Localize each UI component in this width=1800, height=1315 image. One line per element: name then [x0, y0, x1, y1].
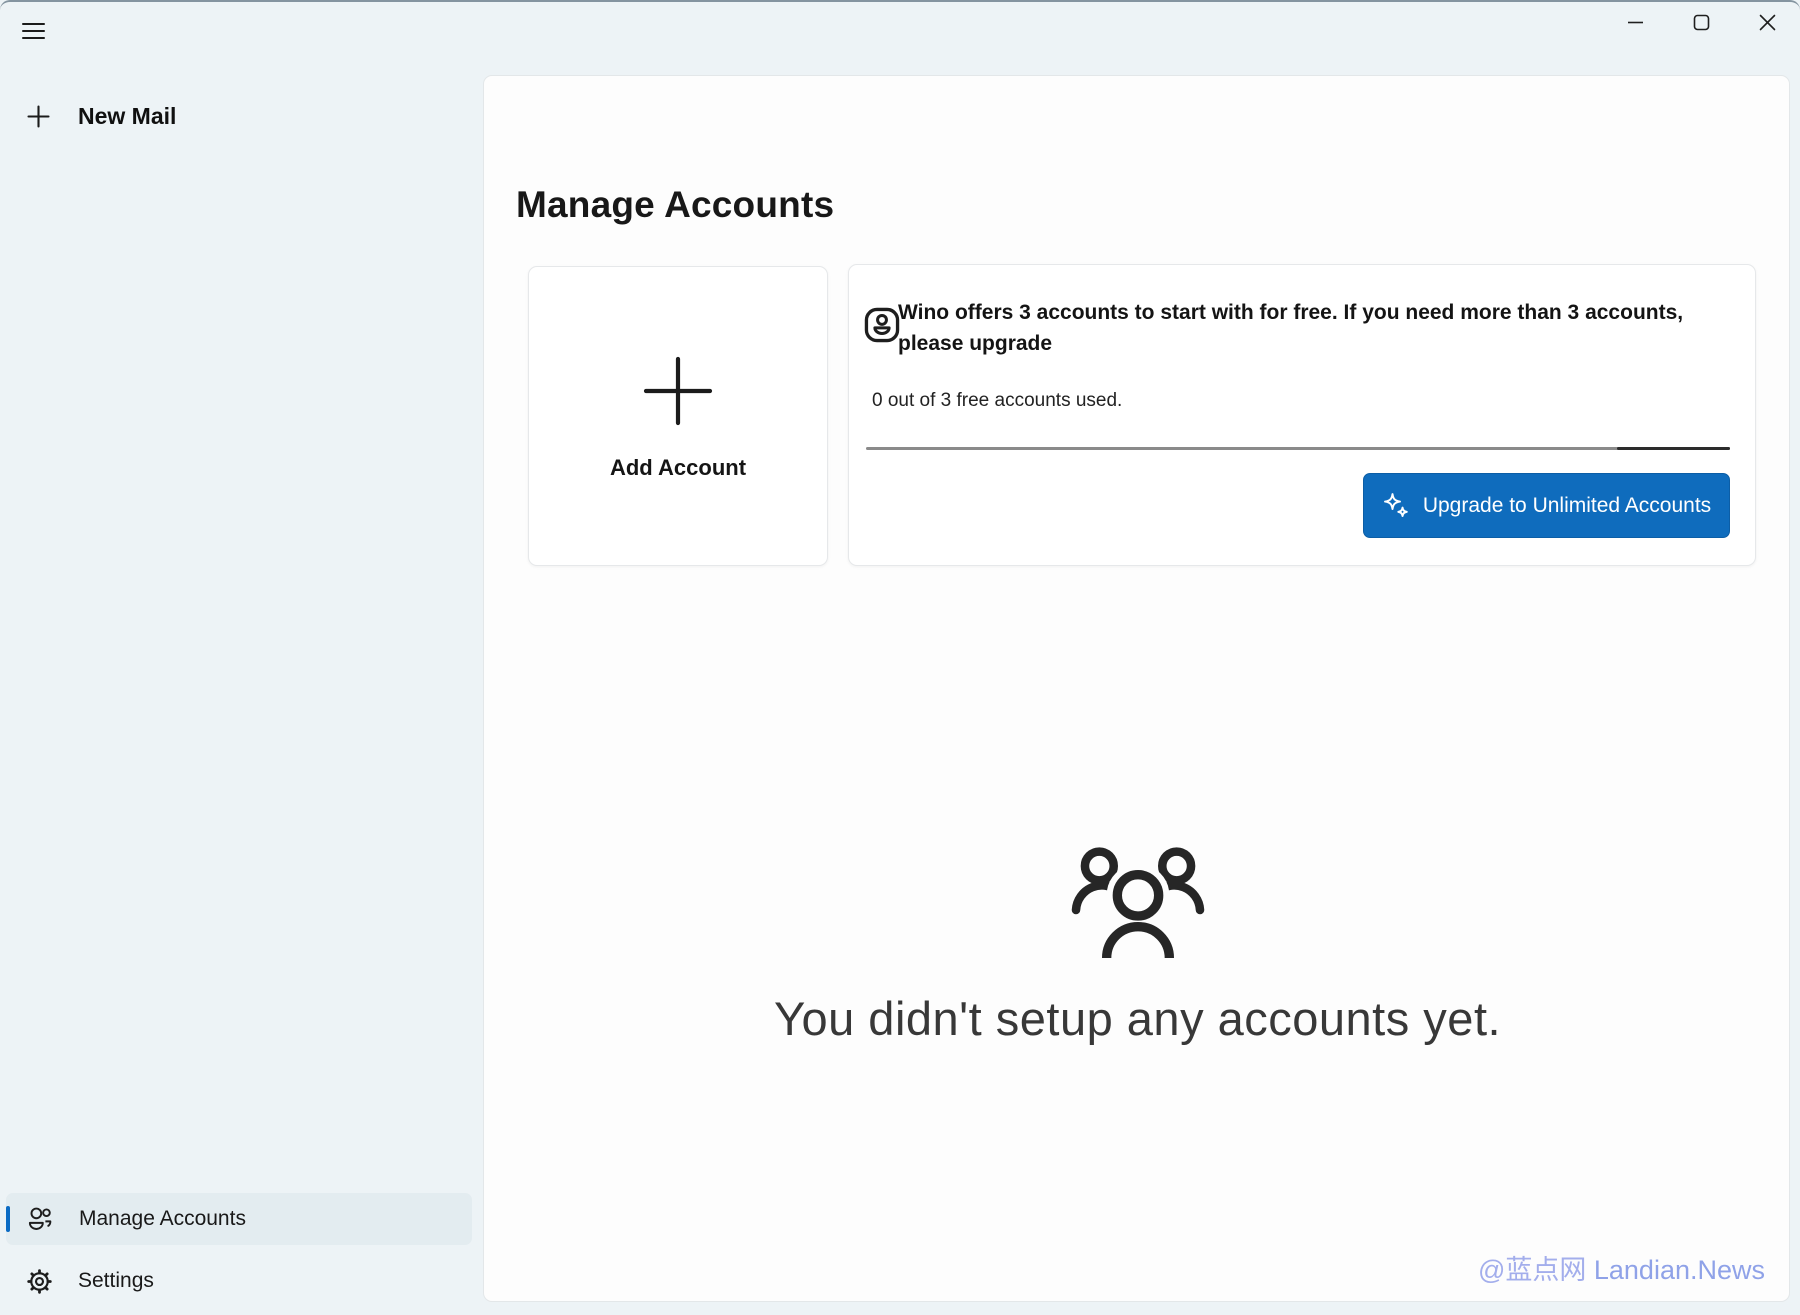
empty-state: You didn't setup any accounts yet. — [484, 846, 1791, 1046]
progressbar-segment — [1617, 447, 1730, 450]
sparkles-icon — [1382, 492, 1410, 520]
selected-indicator — [6, 1206, 10, 1232]
close-button[interactable] — [1734, 0, 1800, 44]
maximize-button[interactable] — [1668, 0, 1734, 44]
minimize-button[interactable] — [1602, 0, 1668, 44]
minimize-icon — [1627, 14, 1644, 31]
free-accounts-info-card: Wino offers 3 accounts to start with for… — [848, 264, 1756, 566]
add-account-label: Add Account — [610, 455, 746, 481]
maximize-icon — [1693, 14, 1710, 31]
watermark: @蓝点网 Landian.News — [1478, 1248, 1765, 1287]
page-title: Manage Accounts — [516, 184, 834, 226]
people-icon — [26, 1206, 54, 1232]
people-team-icon — [1071, 846, 1205, 958]
accounts-usage-text: 0 out of 3 free accounts used. — [872, 390, 1122, 412]
sidebar-item-settings[interactable]: Settings — [6, 1255, 472, 1307]
add-account-button[interactable]: Add Account — [528, 266, 828, 566]
hamburger-menu-button[interactable] — [16, 14, 56, 48]
account-badge-icon — [862, 305, 902, 345]
new-mail-button[interactable]: New Mail — [8, 90, 428, 142]
new-mail-label: New Mail — [78, 103, 176, 130]
sidebar: New Mail Manage Accounts — [0, 0, 482, 1315]
upgrade-button[interactable]: Upgrade to Unlimited Accounts — [1363, 473, 1730, 538]
upgrade-info-message: Wino offers 3 accounts to start with for… — [898, 297, 1728, 359]
hamburger-icon — [22, 23, 45, 25]
upgrade-button-label: Upgrade to Unlimited Accounts — [1423, 494, 1711, 518]
close-icon — [1759, 14, 1776, 31]
empty-state-message: You didn't setup any accounts yet. — [484, 991, 1791, 1046]
watermark-handle: @蓝点网 — [1478, 1255, 1586, 1285]
gear-icon — [26, 1268, 53, 1295]
sidebar-item-label: Settings — [78, 1269, 154, 1293]
accounts-usage-progressbar — [866, 447, 1730, 450]
manage-accounts-page: Manage Accounts Add Account Wino offers … — [483, 75, 1790, 1302]
window-controls — [1602, 0, 1800, 44]
watermark-site: Landian.News — [1594, 1255, 1765, 1285]
sidebar-item-manage-accounts[interactable]: Manage Accounts — [6, 1193, 472, 1245]
plus-icon — [26, 104, 51, 129]
sidebar-item-label: Manage Accounts — [79, 1207, 246, 1231]
plus-icon — [638, 351, 718, 431]
